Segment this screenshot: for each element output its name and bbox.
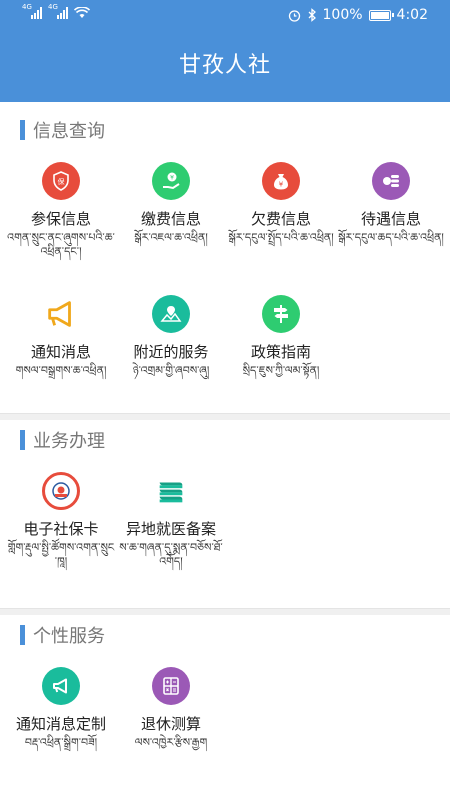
menu-item-label: 异地就医备案 bbox=[125, 520, 216, 538]
books-stack-icon bbox=[152, 472, 190, 510]
menu-item-nearby-services[interactable]: 附近的服务 ཉེ་འགྲམ་གྱི་ཞབས་ཞུ། bbox=[115, 295, 227, 378]
menu-item-notification[interactable]: 通知消息 གསལ་བསྒྲགས་ཆ་འཕྲིན། bbox=[5, 295, 117, 378]
svg-text:¥: ¥ bbox=[170, 175, 174, 182]
coins-stack-icon bbox=[372, 162, 410, 200]
section-label: 个性服务 bbox=[33, 626, 105, 647]
menu-item-sub-label: སྒོར་དངུལ་སྤྲོད་པའི་ཆ་འཕྲིན། bbox=[228, 231, 334, 244]
menu-item-sub-label: ས་ཆ་གཞན་དུ་སྨན་བཅོས་ཐོ་འགོད། bbox=[119, 541, 223, 568]
page-title: 甘孜人社 bbox=[178, 53, 271, 78]
menu-item-remote-medical-filing[interactable]: 异地就医备案 ས་ཆ་གཞན་དུ་སྨན་བཅོས་ཐོ་འགོད། bbox=[115, 472, 227, 569]
svg-text:¥: ¥ bbox=[279, 181, 284, 189]
menu-item-payment-info[interactable]: ¥ 缴费信息 སྒོར་འཇལ་ཆ་འཕྲིན། bbox=[115, 162, 227, 245]
megaphone-icon bbox=[42, 667, 80, 705]
section-info-query: 信息查询 保 参保信息 འགན་སྲུང་ནང་ཞུགས་པའི་ཆ་འཕྲིན… bbox=[0, 110, 450, 415]
section-header: 业务办理 bbox=[0, 420, 450, 460]
menu-item-policy-guide[interactable]: 政策指南 སྲིད་ཇུས་ཀྱི་ལམ་སྟོན། bbox=[225, 295, 337, 378]
menu-item-sub-label: སྲིད་ཇུས་ཀྱི་ལམ་སྟོན། bbox=[242, 364, 320, 377]
megaphone-icon bbox=[42, 295, 80, 333]
menu-item-label: 通知消息 bbox=[30, 343, 91, 361]
money-bag-icon: ¥ bbox=[262, 162, 300, 200]
menu-item-label: 欠费信息 bbox=[250, 210, 311, 228]
alarm-icon bbox=[288, 9, 300, 22]
menu-item-sub-label: གློག་རྡུལ་སྤྱི་ཚོགས་འགན་སྲུང་ཁཱ། bbox=[7, 541, 115, 568]
menu-item-label: 待遇信息 bbox=[360, 210, 421, 228]
svg-text:保: 保 bbox=[58, 177, 65, 186]
signal-icon: 4G bbox=[22, 4, 42, 19]
section-header: 信息查询 bbox=[0, 110, 450, 150]
menu-item-label: 政策指南 bbox=[250, 343, 311, 361]
battery-icon bbox=[368, 9, 394, 21]
battery-percent: 100% bbox=[322, 7, 363, 23]
menu-item-sub-label: འགན་སྲུང་ནང་ཞུགས་པའི་ཆ་འཕྲིན་དང་། bbox=[7, 231, 115, 258]
section-business: 业务办理 电子社保卡 གློག་རྡུལ་སྤྱི་ཚོགས་འགན་སྲུང་… bbox=[0, 420, 450, 610]
menu-item-label: 参保信息 bbox=[30, 210, 91, 228]
menu-item-sub-label: ཉེ་འགྲམ་གྱི་ཞབས་ཞུ། bbox=[132, 364, 210, 377]
status-bar: 4G 4G 100% 4:02 bbox=[0, 0, 450, 30]
menu-item-label: 缴费信息 bbox=[140, 210, 201, 228]
menu-item-insurance-info[interactable]: 保 参保信息 འགན་སྲུང་ནང་ཞུགས་པའི་ཆ་འཕྲིན་དང་། bbox=[5, 162, 117, 259]
menu-item-benefit-info[interactable]: 待遇信息 སྒོར་དངུལ་ཆད་པའི་ཆ་འཕྲིན། bbox=[335, 162, 447, 245]
menu-item-label: 附近的服务 bbox=[133, 343, 209, 361]
signal-icon-2: 4G bbox=[48, 4, 68, 19]
map-pin-icon bbox=[152, 295, 190, 333]
menu-item-retirement-calculation[interactable]: 退休测算 ལས་འཁྱེར་རྩིས་རྒྱག bbox=[115, 667, 227, 750]
section-accent-bar bbox=[20, 625, 25, 645]
section-label: 业务办理 bbox=[33, 431, 105, 452]
menu-item-e-social-security-card[interactable]: 电子社保卡 གློག་རྡུལ་སྤྱི་ཚོགས་འགན་སྲུང་ཁཱ། bbox=[5, 472, 117, 569]
menu-item-arrears-info[interactable]: ¥ 欠费信息 སྒོར་དངུལ་སྤྲོད་པའི་ཆ་འཕྲིན། bbox=[225, 162, 337, 245]
section-personal-services: 个性服务 通知消息定制 བརྡ་འཕྲིན་སྒྲིག་བཟོ། 退休测算 ལས… bbox=[0, 615, 450, 800]
insurance-shield-icon: 保 bbox=[42, 162, 80, 200]
menu-item-label: 电子社保卡 bbox=[23, 520, 99, 538]
signpost-icon bbox=[262, 295, 300, 333]
clock: 4:02 bbox=[396, 7, 428, 23]
menu-item-label: 通知消息定制 bbox=[15, 715, 106, 733]
bluetooth-icon bbox=[308, 8, 316, 22]
section-accent-bar bbox=[20, 430, 25, 450]
menu-item-sub-label: སྒོར་འཇལ་ཆ་འཕྲིན། bbox=[134, 231, 208, 244]
section-header: 个性服务 bbox=[0, 615, 450, 655]
menu-item-sub-label: སྒོར་དངུལ་ཆད་པའི་ཆ་འཕྲིན། bbox=[338, 231, 444, 244]
calculator-icon bbox=[152, 667, 190, 705]
payment-hand-icon: ¥ bbox=[152, 162, 190, 200]
wifi-icon bbox=[74, 7, 90, 18]
menu-item-label: 退休测算 bbox=[140, 715, 201, 733]
social-security-card-logo-icon bbox=[42, 472, 80, 510]
menu-item-notification-customize[interactable]: 通知消息定制 བརྡ་འཕྲིན་སྒྲིག་བཟོ། bbox=[5, 667, 117, 750]
app-header: 甘孜人社 bbox=[0, 30, 450, 102]
section-label: 信息查询 bbox=[33, 121, 105, 142]
menu-item-sub-label: གསལ་བསྒྲགས་ཆ་འཕྲིན། bbox=[15, 364, 107, 377]
menu-item-sub-label: བརྡ་འཕྲིན་སྒྲིག་བཟོ། bbox=[24, 736, 98, 749]
section-accent-bar bbox=[20, 120, 25, 140]
menu-item-sub-label: ལས་འཁྱེར་རྩིས་རྒྱག bbox=[134, 736, 208, 749]
